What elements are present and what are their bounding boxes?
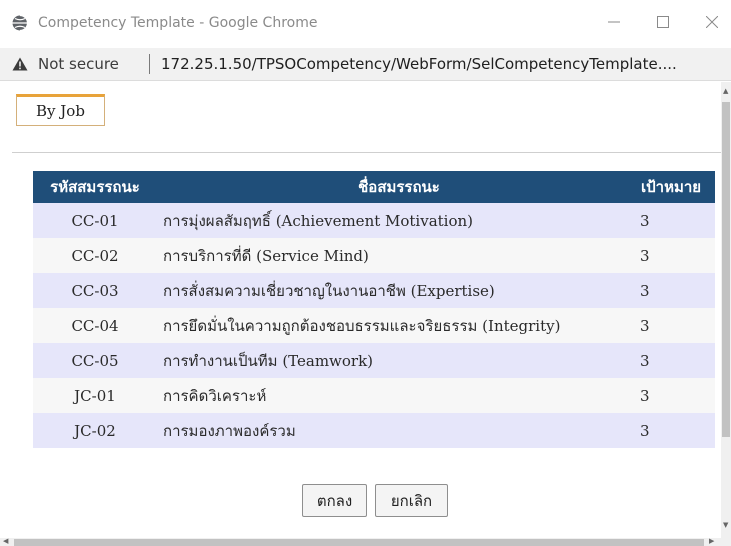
- cell-name: การทำงานเป็นทีม (Teamwork): [157, 343, 635, 378]
- maximize-icon: [657, 16, 669, 28]
- page-content: By Job รหัสสมรรถนะ ชื่อสมรรถนะ เป้าหมาย …: [0, 82, 731, 546]
- horizontal-scrollbar[interactable]: ◀ ▶: [0, 538, 731, 546]
- cell-code: CC-01: [33, 203, 157, 238]
- maximize-button[interactable]: [651, 10, 675, 34]
- table-row[interactable]: CC-05 การทำงานเป็นทีม (Teamwork) 3: [33, 343, 715, 378]
- cell-code: JC-01: [33, 378, 157, 413]
- vertical-scrollbar[interactable]: ▲ ▼: [721, 82, 731, 538]
- cell-code: CC-02: [33, 238, 157, 273]
- tab-divider: [12, 152, 724, 153]
- cell-name: การมุ่งผลสัมฤทธิ์ (Achievement Motivatio…: [157, 203, 635, 238]
- cell-target: 3: [635, 308, 715, 343]
- scroll-up-icon[interactable]: ▲: [723, 88, 728, 95]
- minimize-icon: [608, 21, 620, 23]
- window-title: Competency Template - Google Chrome: [38, 15, 318, 31]
- table-row[interactable]: CC-04 การยึดมั่นในความถูกต้องชอบธรรมและจ…: [33, 308, 715, 343]
- cell-code: CC-03: [33, 273, 157, 308]
- ok-button[interactable]: ตกลง: [302, 484, 367, 517]
- scroll-right-icon[interactable]: ▶: [709, 538, 714, 545]
- cell-target: 3: [635, 413, 715, 448]
- cell-code: CC-04: [33, 308, 157, 343]
- address-separator: [149, 54, 150, 74]
- cell-name: การยึดมั่นในความถูกต้องชอบธรรมและจริยธรร…: [157, 308, 635, 343]
- vertical-scroll-thumb[interactable]: [722, 102, 730, 437]
- table-header-row: รหัสสมรรถนะ ชื่อสมรรถนะ เป้าหมาย: [33, 171, 715, 203]
- cell-name: การคิดวิเคราะห์: [157, 378, 635, 413]
- table-row[interactable]: JC-01 การคิดวิเคราะห์ 3: [33, 378, 715, 413]
- horizontal-scroll-thumb[interactable]: [14, 539, 704, 546]
- cell-name: การมองภาพองค์รวม: [157, 413, 635, 448]
- header-target: เป้าหมาย: [635, 171, 715, 203]
- header-name: ชื่อสมรรถนะ: [157, 171, 635, 203]
- cell-target: 3: [635, 203, 715, 238]
- address-bar[interactable]: Not secure 172.25.1.50/TPSOCompetency/We…: [0, 48, 731, 81]
- cell-target: 3: [635, 343, 715, 378]
- cell-code: JC-02: [33, 413, 157, 448]
- window-titlebar: Competency Template - Google Chrome: [0, 0, 731, 48]
- security-label[interactable]: Not secure: [38, 55, 119, 73]
- minimize-button[interactable]: [602, 10, 626, 34]
- cancel-button[interactable]: ยกเลิก: [375, 484, 448, 517]
- scroll-left-icon[interactable]: ◀: [3, 538, 8, 545]
- header-code: รหัสสมรรถนะ: [33, 171, 157, 203]
- cell-target: 3: [635, 238, 715, 273]
- competency-table: รหัสสมรรถนะ ชื่อสมรรถนะ เป้าหมาย CC-01 ก…: [33, 171, 715, 448]
- url-text[interactable]: 172.25.1.50/TPSOCompetency/WebForm/SelCo…: [161, 55, 677, 73]
- warning-icon[interactable]: [12, 57, 28, 71]
- cell-code: CC-05: [33, 343, 157, 378]
- tab-by-job[interactable]: By Job: [16, 94, 105, 126]
- globe-icon: [12, 15, 28, 31]
- scroll-down-icon[interactable]: ▼: [723, 522, 728, 529]
- table-row[interactable]: CC-03 การสั่งสมความเชี่ยวชาญในงานอาชีพ (…: [33, 273, 715, 308]
- close-icon: [706, 16, 718, 28]
- table-row[interactable]: CC-01 การมุ่งผลสัมฤทธิ์ (Achievement Mot…: [33, 203, 715, 238]
- cell-name: การสั่งสมความเชี่ยวชาญในงานอาชีพ (Expert…: [157, 273, 635, 308]
- close-button[interactable]: [700, 10, 724, 34]
- table-row[interactable]: JC-02 การมองภาพองค์รวม 3: [33, 413, 715, 448]
- cell-target: 3: [635, 378, 715, 413]
- cell-target: 3: [635, 273, 715, 308]
- table-row[interactable]: CC-02 การบริการที่ดี (Service Mind) 3: [33, 238, 715, 273]
- cell-name: การบริการที่ดี (Service Mind): [157, 238, 635, 273]
